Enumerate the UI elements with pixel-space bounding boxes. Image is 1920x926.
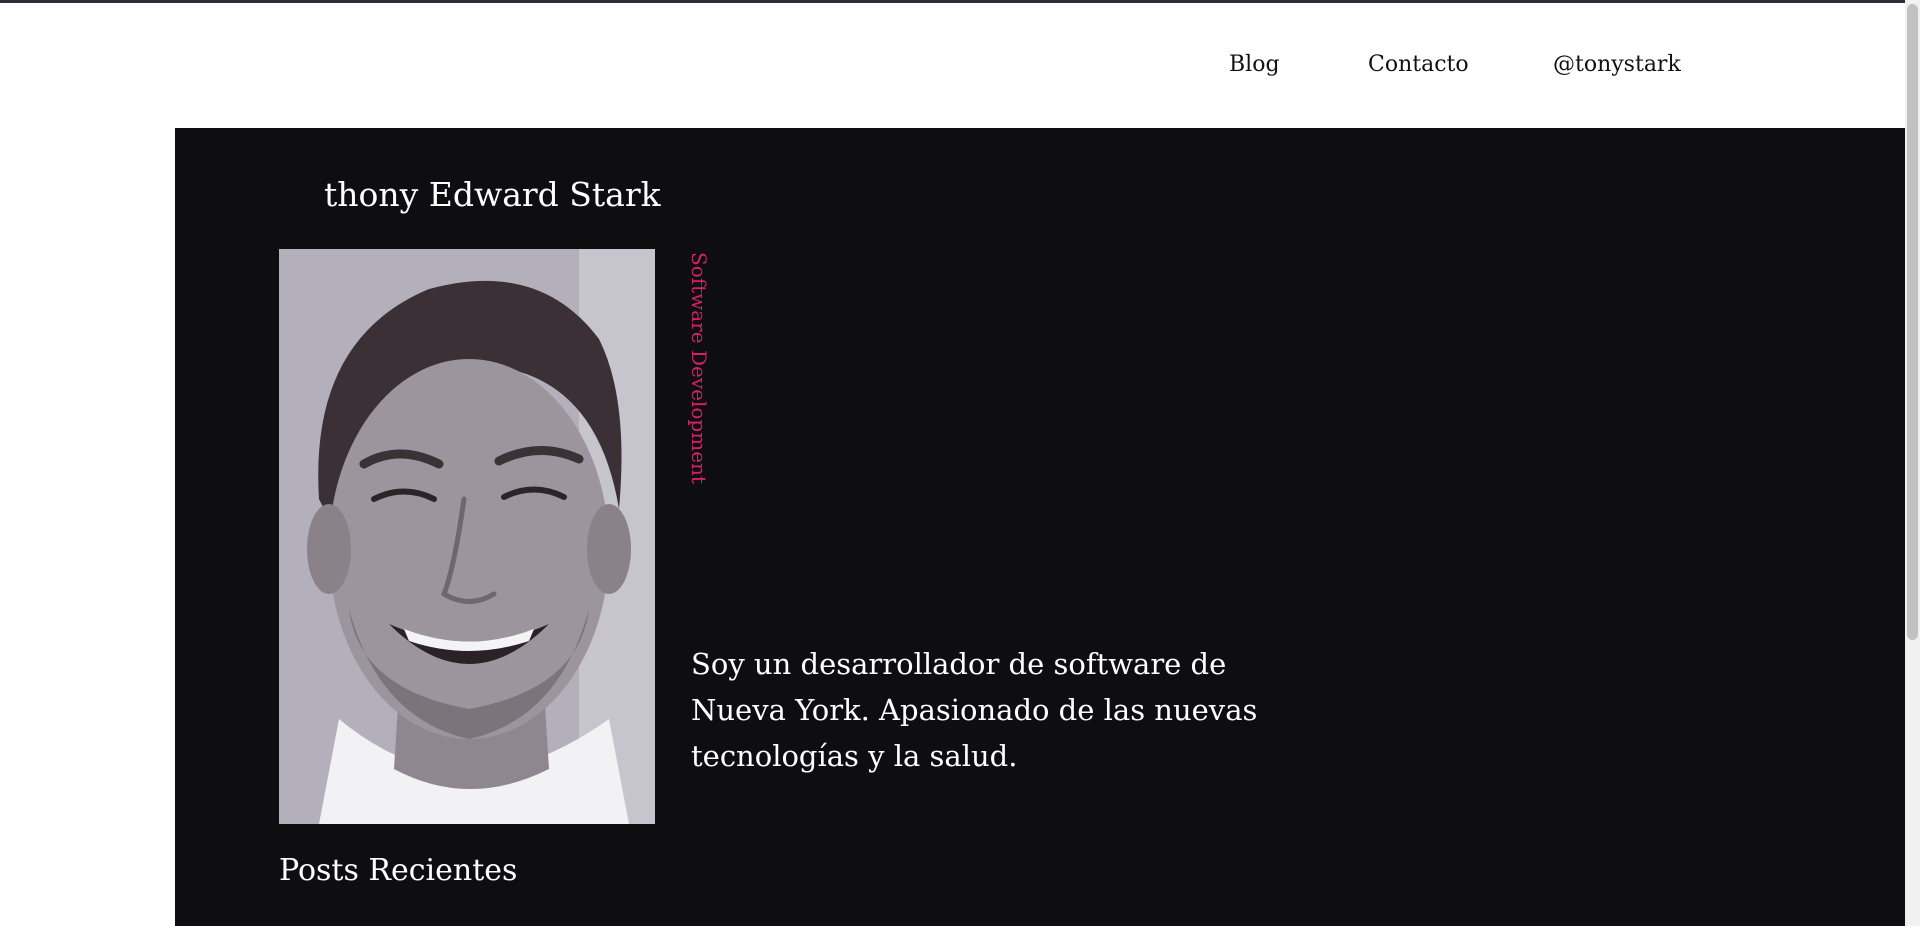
- portrait-illustration: [279, 249, 655, 824]
- scrollbar-thumb[interactable]: [1907, 4, 1918, 640]
- page-scrollbar[interactable]: [1905, 0, 1920, 926]
- top-navigation: Blog Contacto @tonystark: [0, 0, 1905, 128]
- hero-bio: Soy un desarrollador de software de Nuev…: [691, 647, 1258, 773]
- role-label: Software Development: [687, 252, 711, 484]
- nav-link-contacto[interactable]: Contacto: [1368, 52, 1469, 77]
- nav-link-twitter-handle[interactable]: @tonystark: [1553, 52, 1681, 77]
- nav-link-blog[interactable]: Blog: [1229, 52, 1280, 77]
- post-list-item[interactable]: [279, 916, 434, 926]
- portrait-photo: [279, 249, 655, 824]
- hero-name: thony Edward Stark: [324, 175, 661, 214]
- hero-section: thony Edward Stark Software Development …: [175, 128, 1905, 926]
- recent-posts-heading: Posts Recientes: [279, 853, 518, 888]
